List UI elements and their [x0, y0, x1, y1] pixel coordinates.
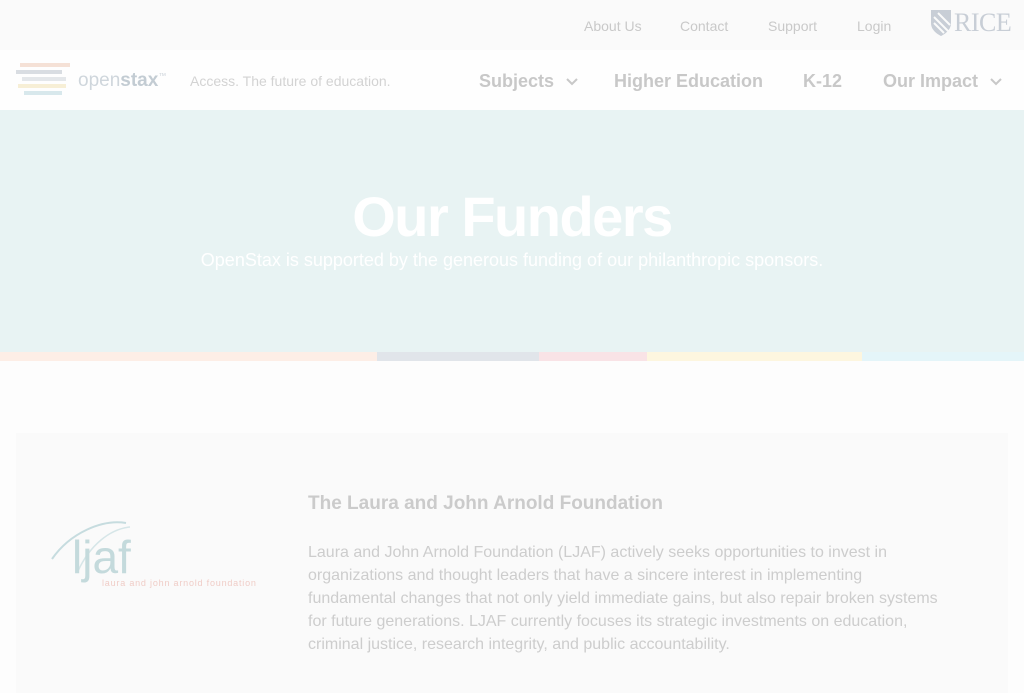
nav-k12-label: K-12: [803, 71, 843, 91]
color-stripe: [0, 352, 1024, 361]
chevron-down-icon: [566, 77, 578, 85]
page-title: Our Funders: [352, 185, 673, 248]
login-link[interactable]: Login: [857, 18, 891, 34]
tagline: Access. The future of education.: [190, 73, 391, 89]
stripe-segment: [0, 352, 377, 361]
page-subtitle: OpenStax is supported by the generous fu…: [200, 250, 824, 270]
wordmark-bold: stax: [120, 70, 159, 91]
main-nav: openstax™ Access. The future of educatio…: [0, 50, 1024, 110]
rice-logo[interactable]: RICE: [930, 8, 1012, 38]
ljaf-logo[interactable]: ljaf laura and john arnold foundation: [50, 515, 280, 597]
nav-our-impact-label: Our Impact: [883, 71, 979, 91]
funder-card: ljaf laura and john arnold foundation Th…: [16, 433, 1008, 693]
nav-higher-education[interactable]: Higher Education: [614, 71, 763, 92]
nav-k12[interactable]: K-12: [803, 71, 842, 92]
funder-title: The Laura and John Arnold Foundation: [308, 493, 663, 514]
support-link[interactable]: Support: [768, 18, 817, 34]
stripe-segment: [539, 352, 647, 361]
nav-subjects[interactable]: Subjects: [479, 71, 578, 92]
rice-shield-icon: [931, 10, 951, 36]
ljaf-logo-text: ljaf: [72, 531, 131, 583]
ljaf-logo-subtext: laura and john arnold foundation: [102, 578, 257, 588]
wordmark-light: open: [78, 70, 121, 91]
stripe-segment: [377, 352, 539, 361]
nav-higher-education-label: Higher Education: [614, 71, 764, 91]
openstax-wordmark[interactable]: openstax™: [78, 70, 166, 92]
hero-banner: Our Funders OpenStax is supported by the…: [0, 110, 1024, 352]
openstax-books-logo[interactable]: [16, 62, 72, 98]
funders-section: ljaf laura and john arnold foundation Th…: [0, 361, 1024, 693]
nav-subjects-label: Subjects: [479, 71, 555, 91]
chevron-down-icon: [990, 77, 1002, 85]
funder-description: Laura and John Arnold Foundation (LJAF) …: [308, 544, 938, 653]
stripe-segment: [647, 352, 862, 361]
nav-our-impact[interactable]: Our Impact: [883, 71, 1002, 92]
stripe-segment: [862, 352, 1024, 361]
trademark: ™: [158, 71, 167, 81]
about-us-link[interactable]: About Us: [584, 18, 642, 34]
utility-bar: About Us Contact Support Login RICE: [0, 0, 1024, 50]
rice-logo-text: RICE: [954, 8, 1012, 37]
contact-link[interactable]: Contact: [680, 18, 728, 34]
